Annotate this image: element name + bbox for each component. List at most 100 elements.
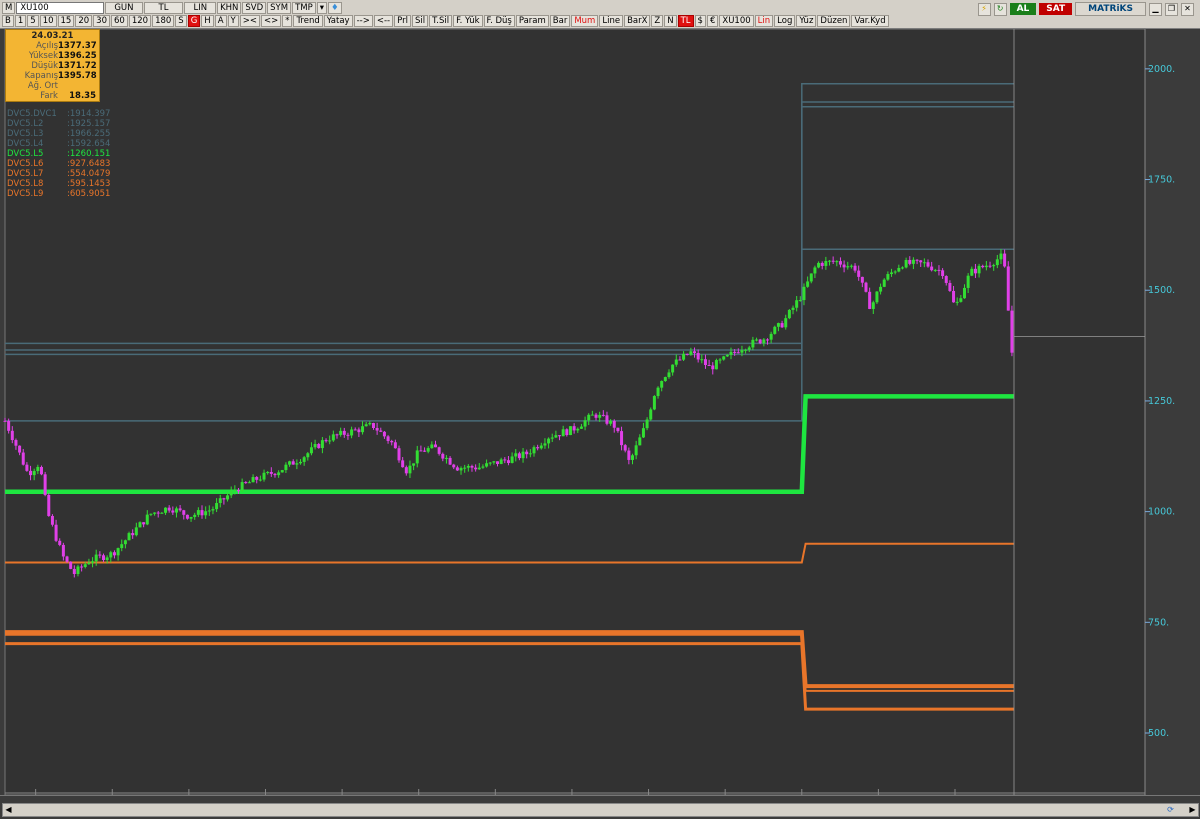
tb2-item-22[interactable]: Prl [394,15,411,27]
tb2-item-35[interactable]: $ [694,15,706,27]
sync-icon[interactable]: ⟳ [1165,804,1176,816]
tb2-item-1[interactable]: 1 [14,15,27,27]
tb2-item-24[interactable]: T.Sil [429,15,453,27]
tb-khn[interactable]: KHN [217,2,242,14]
tb2-item-8[interactable]: 120 [128,15,152,27]
tb2-item-12[interactable]: H [201,15,214,27]
candle-body [543,443,547,446]
tb2-item-5[interactable]: 20 [75,15,93,27]
tb2-item-7[interactable]: 60 [111,15,128,27]
candle-body [868,291,872,309]
level-line-DVC5.DVC1 [5,106,1014,351]
candle-body [758,339,762,344]
level-line-DVC5.L5 [5,394,1014,494]
close-icon[interactable]: ✕ [1181,2,1194,16]
candle-body [328,440,332,442]
candle-body [620,431,624,446]
tb2-item-29[interactable]: Mum [571,15,599,27]
tb2-item-37[interactable]: XU100 [719,15,754,27]
tb2-item-3[interactable]: 10 [39,15,57,27]
tb2-item-11[interactable]: G [187,15,201,27]
tb-sym[interactable]: SYM [267,2,292,14]
candle-body [769,333,773,340]
candle-body [485,463,489,467]
candle-body [959,298,963,302]
tb2-item-10[interactable]: S [175,15,187,27]
tb2-item-14[interactable]: Y [227,15,239,27]
tb2-item-2[interactable]: 5 [27,15,39,27]
lightning-icon[interactable]: ⚡ [977,2,991,16]
tb2-item-32[interactable]: Z [651,15,664,27]
legend-value: :1592.654 [67,139,111,149]
price-chart[interactable]: 2000.1750.1500.1250.1000.750.500.03.2004… [0,0,1200,818]
symbol-input[interactable]: XU100 [16,2,105,14]
tb2-item-30[interactable]: Line [599,15,624,27]
tb2-item-20[interactable]: --> [353,15,373,27]
tb2-item-36[interactable]: € [706,15,719,27]
candle-body [802,286,806,301]
buy-button[interactable]: AL [1009,3,1037,15]
chevron-down-icon[interactable]: ▾ [316,2,328,14]
tb2-item-18[interactable]: Trend [293,15,323,27]
candle-body [521,451,525,459]
tb2-item-13[interactable]: A [214,15,227,27]
legend-name: DVC5.L8 [7,179,44,189]
tb2-item-26[interactable]: F. Düş [483,15,515,27]
restore-icon[interactable]: ❐ [1165,2,1178,16]
scroll-left-icon[interactable]: ◀ [3,804,14,816]
candle-body [474,467,478,470]
scroll-right-icon[interactable]: ▶ [1187,804,1198,816]
candle-body [233,489,237,491]
tb-svd[interactable]: SVD [242,2,267,14]
tb2-item-31[interactable]: BarX [624,15,651,27]
tb2-item-25[interactable]: F. Yük [453,15,483,27]
tb2-item-40[interactable]: Yüz [796,15,817,27]
candle-body [981,265,985,268]
tb2-item-42[interactable]: Var.Kyd [851,15,889,27]
tb2-item-38[interactable]: Lin [754,15,774,27]
tb2-item-0[interactable]: B [2,15,14,27]
tb-gun[interactable]: GUN [105,2,143,14]
candle-body [277,472,281,476]
menu-m-button[interactable]: M [2,2,16,14]
candle-body [911,259,915,264]
refresh-icon[interactable]: ↻ [993,2,1007,16]
candle-body [882,279,886,287]
bird-icon[interactable]: ♦ [328,2,342,14]
sell-button[interactable]: SAT [1039,3,1073,15]
tb2-item-4[interactable]: 15 [57,15,75,27]
tb-tmp[interactable]: TMP [292,2,316,14]
tb2-item-15[interactable]: >< [239,15,260,27]
candle-body [860,276,864,283]
candle-body [893,271,897,273]
tb2-item-27[interactable]: Param [515,15,549,27]
candle-body [218,498,222,504]
tb-lin[interactable]: LIN [184,2,217,14]
tb2-item-6[interactable]: 30 [93,15,110,27]
candle-body [317,444,321,449]
candle-body [350,429,354,436]
tb2-item-41[interactable]: Düzen [817,15,851,27]
tb2-item-34[interactable]: TL [677,15,694,27]
tb2-item-39[interactable]: Log [774,15,796,27]
tb2-item-9[interactable]: 180 [152,15,175,27]
tb-tl[interactable]: TL [143,2,184,14]
candle-body [550,437,554,439]
candle-body [926,262,930,267]
tb2-item-17[interactable]: * [282,15,293,27]
tb2-item-33[interactable]: N [664,15,677,27]
horizontal-scrollbar[interactable]: ◀ ⟳ ▶ [2,803,1199,817]
candle-body [32,471,36,476]
tb2-item-19[interactable]: Yatay [323,15,353,27]
minimize-icon[interactable]: ▁ [1149,2,1162,16]
candle-body [506,460,510,463]
candle-body [857,270,861,277]
tb2-item-21[interactable]: <-- [373,15,394,27]
tb2-item-23[interactable]: Sil [411,15,429,27]
tb2-item-16[interactable]: <> [260,15,282,27]
candle-body [598,414,602,418]
candle-body [142,522,146,525]
tb2-item-28[interactable]: Bar [549,15,571,27]
candle-body [357,429,361,433]
candle-body [123,540,127,545]
